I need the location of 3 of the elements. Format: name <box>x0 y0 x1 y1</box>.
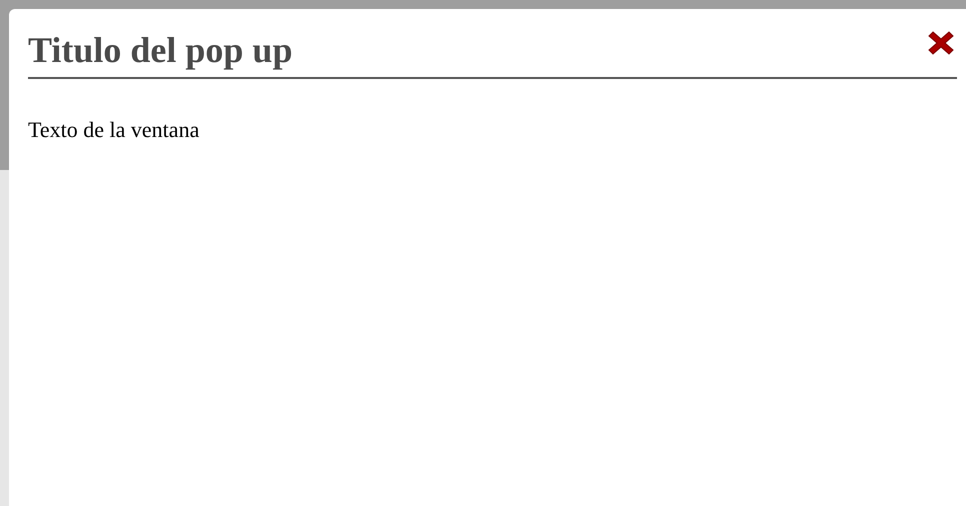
close-icon <box>927 29 955 57</box>
popup-title: Titulo del pop up <box>28 31 292 71</box>
popup-text: Texto de la ventana <box>28 116 200 143</box>
